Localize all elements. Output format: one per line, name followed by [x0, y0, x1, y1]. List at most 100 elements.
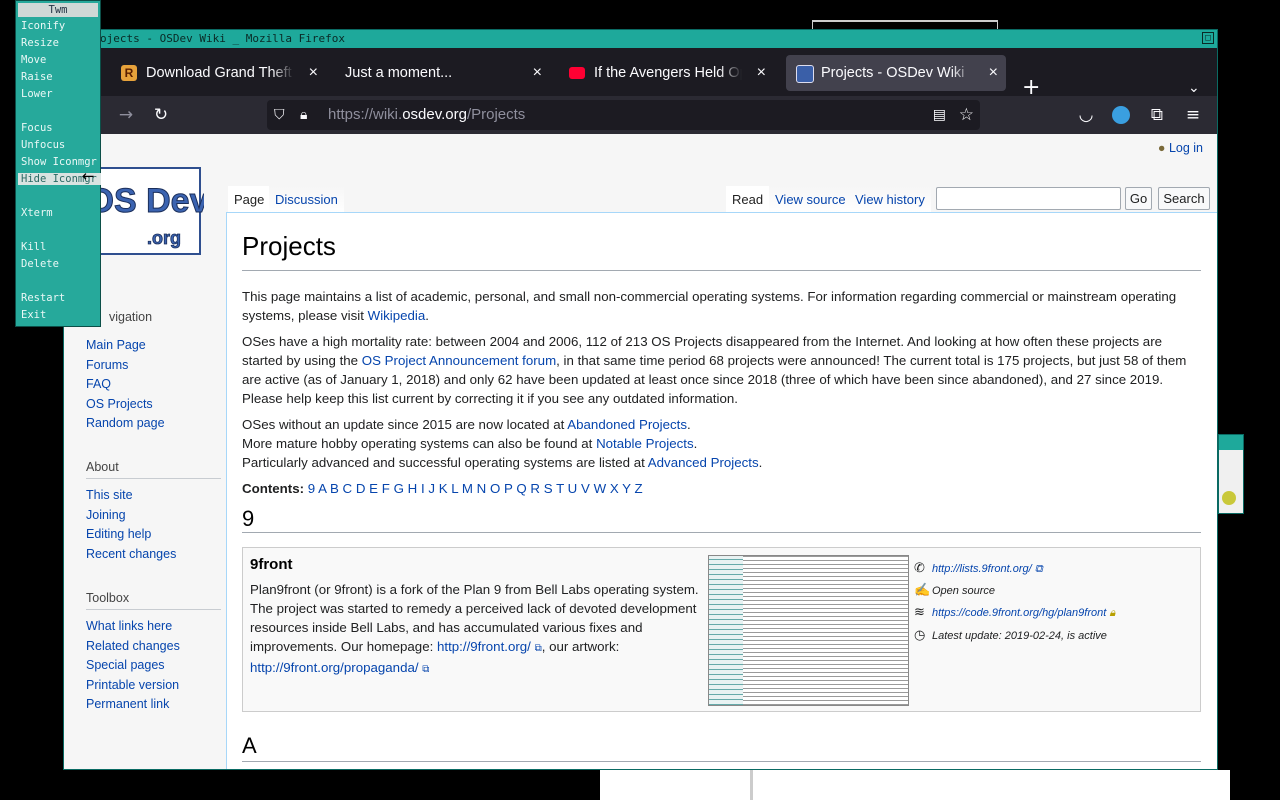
contents-link-p[interactable]: P — [504, 481, 513, 496]
lock-icon[interactable]: 🔒︎ — [300, 100, 307, 130]
close-icon[interactable]: × — [989, 55, 998, 91]
notable-projects-link[interactable]: Notable Projects — [596, 436, 694, 451]
sidebar-item-forums[interactable]: Forums — [86, 358, 128, 372]
menu-item-move[interactable]: Move — [21, 54, 46, 66]
osdev-logo[interactable]: OS Dev .org — [87, 166, 209, 258]
sidebar-item-this-site[interactable]: This site — [86, 488, 133, 502]
contents-link-n[interactable]: N — [477, 481, 487, 496]
contents-link-v[interactable]: V — [581, 481, 590, 496]
contents-link-y[interactable]: Y — [622, 481, 631, 496]
mailing-list-link[interactable]: http://lists.9front.org/ — [932, 563, 1032, 575]
sidebar-item-main-page[interactable]: Main Page — [86, 338, 146, 352]
menu-item-raise[interactable]: Raise — [21, 71, 53, 83]
homepage-link[interactable]: http://9front.org/ — [437, 639, 531, 654]
section-heading-9: 9 — [242, 506, 255, 531]
pocket-icon[interactable]: ◡ — [1074, 96, 1098, 134]
contents-link-e[interactable]: E — [369, 481, 378, 496]
window-titlebar[interactable]: ojects - OSDev Wiki _ Mozilla Firefox □ — [64, 30, 1217, 48]
contents-link-9[interactable]: 9 — [308, 481, 315, 496]
firefox-window[interactable]: ojects - OSDev Wiki _ Mozilla Firefox □ … — [63, 29, 1218, 770]
menu-item-xterm[interactable]: Xterm — [21, 207, 53, 219]
tab-projects-osdev[interactable]: Projects - OSDev Wiki × — [786, 55, 1006, 91]
sidebar-item-editing-help[interactable]: Editing help — [86, 527, 151, 541]
tab-download-gta[interactable]: R Download Grand Theft Auto × — [111, 55, 326, 91]
tab-avengers-video[interactable]: If the Avengers Held Open × — [559, 55, 774, 91]
contents-link-d[interactable]: D — [356, 481, 366, 496]
shield-icon[interactable]: ⛉ — [274, 100, 285, 130]
artwork-link[interactable]: http://9front.org/propaganda/ — [250, 660, 419, 675]
contents-link-f[interactable]: F — [382, 481, 390, 496]
account-icon[interactable] — [1112, 106, 1130, 124]
contents-link-k[interactable]: K — [439, 481, 448, 496]
menu-item-exit[interactable]: Exit — [21, 309, 46, 321]
contents-link-s[interactable]: S — [544, 481, 553, 496]
bookmark-star-icon[interactable]: ☆ — [959, 100, 974, 130]
sidebar-item-os-projects[interactable]: OS Projects — [86, 397, 153, 411]
tab-view-source[interactable]: View source — [769, 186, 852, 213]
close-icon[interactable]: × — [757, 55, 766, 91]
menu-item-iconify[interactable]: Iconify — [21, 20, 65, 32]
tab-page[interactable]: Page — [228, 186, 271, 213]
contents-link-j[interactable]: J — [428, 481, 435, 496]
wikipedia-link[interactable]: Wikipedia — [368, 308, 426, 323]
contents-link-z[interactable]: Z — [635, 481, 643, 496]
contents-link-a[interactable]: A — [318, 481, 326, 496]
contents-link-u[interactable]: U — [568, 481, 578, 496]
contents-link-r[interactable]: R — [530, 481, 540, 496]
search-button[interactable]: Search — [1158, 187, 1210, 210]
reader-view-icon[interactable]: ▤ — [933, 100, 946, 130]
menu-item-restart[interactable]: Restart — [21, 292, 65, 304]
sidebar-item-random-page[interactable]: Random page — [86, 416, 165, 430]
contents-link-b[interactable]: B — [330, 481, 339, 496]
sidebar-item-special-pages[interactable]: Special pages — [86, 658, 165, 672]
background-window-fragment[interactable] — [1218, 434, 1244, 514]
go-button[interactable]: Go — [1125, 187, 1152, 210]
contents-link-x[interactable]: X — [610, 481, 619, 496]
tab-discussion[interactable]: Discussion — [269, 186, 344, 213]
contents-link-l[interactable]: L — [451, 481, 458, 496]
close-icon[interactable]: × — [309, 55, 318, 91]
os-screenshot[interactable] — [708, 555, 909, 706]
menu-item-unfocus[interactable]: Unfocus — [21, 139, 65, 151]
sidebar-item-joining[interactable]: Joining — [86, 508, 126, 522]
menu-item-resize[interactable]: Resize — [21, 37, 59, 49]
advanced-projects-link[interactable]: Advanced Projects — [648, 455, 759, 470]
contents-link-c[interactable]: C — [343, 481, 353, 496]
url-text[interactable]: https://wiki.osdev.org/Projects — [328, 100, 525, 130]
contents-link-h[interactable]: H — [408, 481, 418, 496]
repository-link[interactable]: https://code.9front.org/hg/plan9front — [932, 607, 1106, 619]
contents-link-t[interactable]: T — [556, 481, 564, 496]
search-input[interactable] — [936, 187, 1121, 210]
announcement-forum-link[interactable]: OS Project Announcement forum — [362, 353, 556, 368]
sidebar-item-recent-changes[interactable]: Recent changes — [86, 547, 176, 561]
tab-view-history[interactable]: View history — [849, 186, 931, 213]
login-link[interactable]: ● Log in — [1158, 141, 1203, 155]
background-window-titlebar[interactable] — [1219, 435, 1243, 450]
menu-item-lower[interactable]: Lower — [21, 88, 53, 100]
abandoned-projects-link[interactable]: Abandoned Projects — [567, 417, 687, 432]
menu-item-kill[interactable]: Kill — [21, 241, 46, 253]
contents-link-i[interactable]: I — [421, 481, 425, 496]
extensions-icon[interactable]: ⧉ — [1145, 96, 1169, 134]
contents-link-m[interactable]: M — [462, 481, 473, 496]
sidebar-item-printable-version[interactable]: Printable version — [86, 678, 179, 692]
contents-link-w[interactable]: W — [594, 481, 607, 496]
close-icon[interactable]: × — [533, 55, 542, 91]
menu-icon[interactable]: ≡ — [1181, 96, 1205, 134]
reload-icon[interactable]: ↻ — [149, 96, 173, 134]
sidebar-item-what-links-here[interactable]: What links here — [86, 619, 172, 633]
menu-item-delete[interactable]: Delete — [21, 258, 59, 270]
contents-link-g[interactable]: G — [394, 481, 404, 496]
sidebar-item-related-changes[interactable]: Related changes — [86, 639, 180, 653]
contents-link-q[interactable]: Q — [516, 481, 526, 496]
sidebar-item-faq[interactable]: FAQ — [86, 377, 111, 391]
sidebar-item-permanent-link[interactable]: Permanent link — [86, 697, 169, 711]
tab-just-a-moment[interactable]: Just a moment... × — [335, 55, 550, 91]
resize-icon[interactable]: □ — [1202, 32, 1214, 44]
section-heading-a: A — [242, 733, 257, 758]
tab-read[interactable]: Read — [726, 186, 770, 213]
contents-link-o[interactable]: O — [490, 481, 500, 496]
address-bar[interactable]: ⛉ 🔒︎ https://wiki.osdev.org/Projects ▤ ☆ — [267, 100, 980, 130]
menu-item-focus[interactable]: Focus — [21, 122, 53, 134]
forward-icon[interactable]: → — [114, 96, 138, 134]
